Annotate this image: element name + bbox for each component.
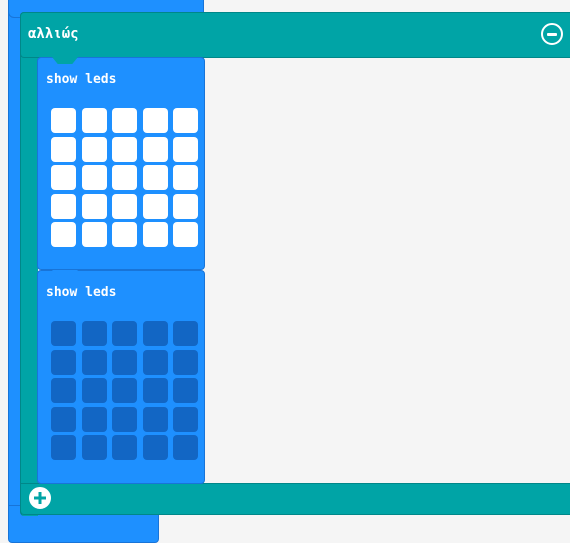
led-cell[interactable] <box>51 406 76 432</box>
led-grid <box>51 321 198 460</box>
led-cell[interactable] <box>173 222 198 247</box>
led-cell[interactable] <box>51 165 76 190</box>
led-cell[interactable] <box>51 193 76 219</box>
led-cell[interactable] <box>112 165 137 190</box>
else-block-bottom[interactable] <box>20 483 570 515</box>
block-notch <box>52 270 78 277</box>
led-cell[interactable] <box>142 435 168 460</box>
led-cell[interactable] <box>112 136 137 162</box>
led-cell[interactable] <box>173 378 198 403</box>
led-cell[interactable] <box>81 193 107 219</box>
else-label: αλλιώς <box>28 26 79 42</box>
led-cell[interactable] <box>142 165 168 190</box>
remove-else-button[interactable] <box>541 23 563 45</box>
led-cell[interactable] <box>142 222 168 247</box>
show-leds-label: show leds <box>46 285 117 300</box>
led-cell[interactable] <box>51 378 76 403</box>
led-cell[interactable] <box>142 136 168 162</box>
led-cell[interactable] <box>112 378 137 403</box>
led-cell[interactable] <box>112 222 137 247</box>
led-grid <box>51 108 198 247</box>
led-cell[interactable] <box>51 222 76 247</box>
block-notch <box>52 57 78 64</box>
led-cell[interactable] <box>112 406 137 432</box>
led-cell[interactable] <box>173 406 198 432</box>
led-cell[interactable] <box>81 222 107 247</box>
led-cell[interactable] <box>81 321 107 346</box>
add-else-if-button[interactable] <box>29 487 51 509</box>
led-cell[interactable] <box>173 193 198 219</box>
led-cell[interactable] <box>142 378 168 403</box>
led-cell[interactable] <box>112 321 137 346</box>
show-leds-block[interactable]: show leds <box>37 57 205 270</box>
led-cell[interactable] <box>81 108 107 133</box>
led-cell[interactable] <box>142 349 168 375</box>
led-cell[interactable] <box>142 193 168 219</box>
else-block-spine <box>20 12 38 516</box>
led-cell[interactable] <box>51 349 76 375</box>
led-cell[interactable] <box>51 321 76 346</box>
led-cell[interactable] <box>173 321 198 346</box>
led-cell[interactable] <box>142 108 168 133</box>
show-leds-label: show leds <box>46 72 117 87</box>
led-cell[interactable] <box>51 136 76 162</box>
minus-circle-icon <box>547 32 557 36</box>
plus-circle-icon <box>34 492 46 504</box>
led-cell[interactable] <box>81 136 107 162</box>
led-cell[interactable] <box>142 321 168 346</box>
led-cell[interactable] <box>112 349 137 375</box>
else-block-header[interactable] <box>20 12 570 58</box>
led-cell[interactable] <box>173 435 198 460</box>
led-cell[interactable] <box>81 406 107 432</box>
led-cell[interactable] <box>81 165 107 190</box>
led-cell[interactable] <box>142 406 168 432</box>
led-cell[interactable] <box>112 435 137 460</box>
led-cell[interactable] <box>112 193 137 219</box>
led-cell[interactable] <box>51 108 76 133</box>
led-cell[interactable] <box>112 108 137 133</box>
show-leds-block[interactable]: show leds <box>37 270 205 484</box>
led-cell[interactable] <box>81 435 107 460</box>
led-cell[interactable] <box>173 349 198 375</box>
led-cell[interactable] <box>173 108 198 133</box>
led-cell[interactable] <box>81 378 107 403</box>
led-cell[interactable] <box>51 435 76 460</box>
led-cell[interactable] <box>81 349 107 375</box>
led-cell[interactable] <box>173 136 198 162</box>
led-cell[interactable] <box>173 165 198 190</box>
